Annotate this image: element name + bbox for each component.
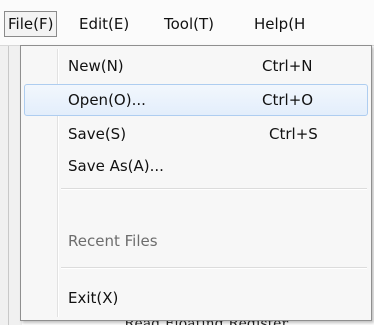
menu-item-save[interactable]: Save(S) Ctrl+S — [24, 118, 368, 150]
menu-bar: File(F) Edit(E) Tool(T) Help(H — [0, 0, 374, 46]
menu-item-label: Save(S) — [68, 125, 127, 143]
menu-item-exit[interactable]: Exit(X) — [24, 282, 368, 314]
menu-separator-highlight — [61, 189, 367, 190]
menu-item-open[interactable]: Open(O)... Ctrl+O — [24, 84, 368, 116]
application-window: Read Floating Register File(F) Edit(E) T… — [0, 0, 374, 325]
menu-item-label: Open(O)... — [68, 91, 146, 109]
menu-separator-highlight — [61, 268, 367, 269]
menu-item-shortcut: Ctrl+S — [269, 125, 318, 143]
menu-item-label: Recent Files — [68, 232, 158, 250]
file-dropdown-menu: New(N) Ctrl+N Open(O)... Ctrl+O Save(S) … — [20, 45, 372, 321]
menu-item-shortcut: Ctrl+O — [262, 91, 314, 109]
menu-help[interactable]: Help(H — [254, 11, 305, 37]
menu-tool[interactable]: Tool(T) — [164, 11, 214, 37]
window-border-line — [8, 45, 9, 325]
menu-item-recent-files: Recent Files — [24, 225, 368, 257]
menu-file[interactable]: File(F) — [4, 11, 58, 37]
menu-item-save-as[interactable]: Save As(A)... — [24, 150, 368, 182]
menu-item-label: New(N) — [68, 57, 124, 75]
window-background-left — [0, 45, 22, 325]
menu-item-label: Save As(A)... — [68, 157, 164, 175]
menu-item-new[interactable]: New(N) Ctrl+N — [24, 50, 368, 82]
menu-item-label: Exit(X) — [68, 289, 119, 307]
menu-edit[interactable]: Edit(E) — [79, 11, 129, 37]
menu-item-shortcut: Ctrl+N — [262, 57, 313, 75]
